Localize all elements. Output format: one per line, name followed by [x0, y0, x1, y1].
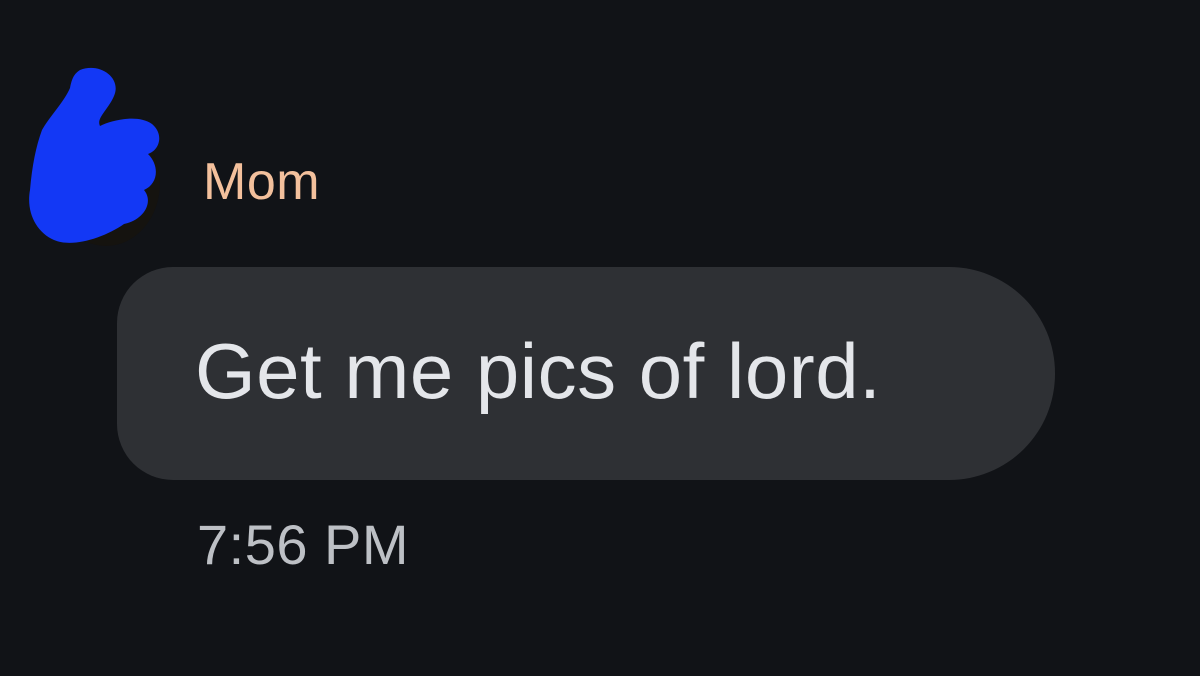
incoming-message-group: Mom Get me pics of lord. 7:56 PM [0, 0, 1200, 676]
message-text: Get me pics of lord. [195, 327, 882, 415]
sender-name: Mom [203, 153, 321, 211]
message-timestamp: 7:56 PM [197, 513, 410, 576]
redacted-avatar-icon [29, 67, 160, 243]
chat-screen: Mom Get me pics of lord. 7:56 PM [0, 0, 1200, 676]
